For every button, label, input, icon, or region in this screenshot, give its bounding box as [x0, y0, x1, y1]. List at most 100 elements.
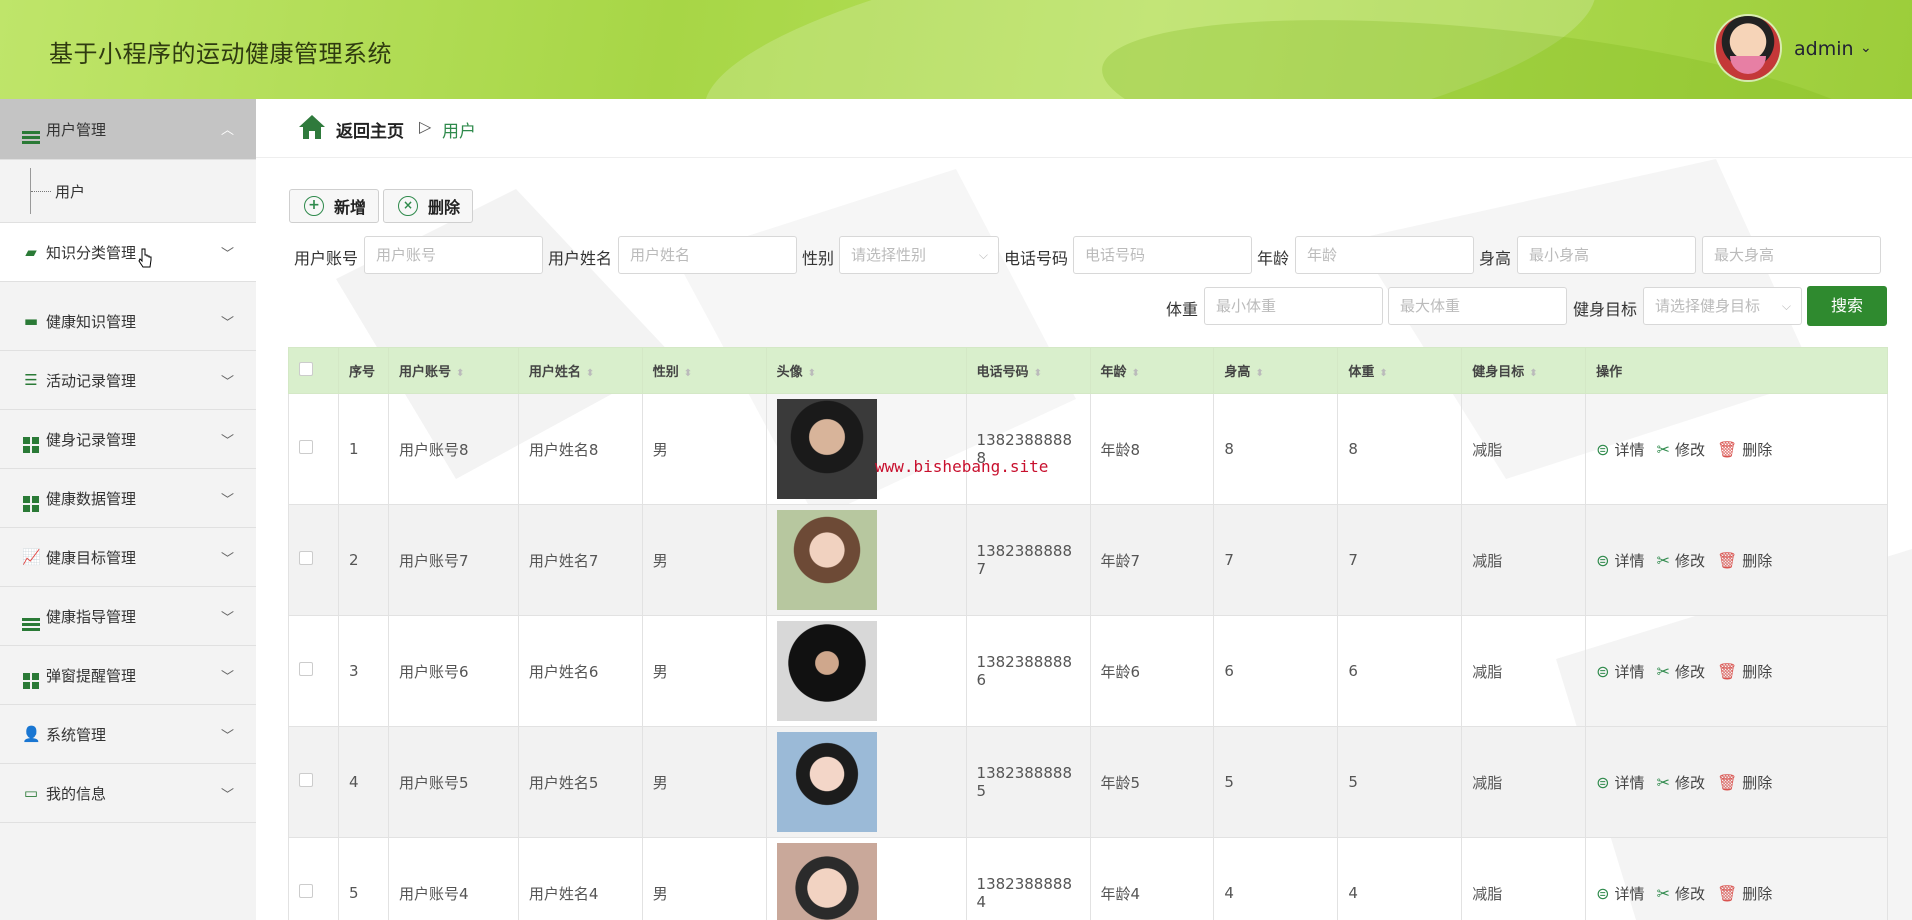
user-avatar-image[interactable]: [776, 843, 877, 920]
row-select-cell[interactable]: [288, 393, 339, 505]
account-input[interactable]: 用户账号: [364, 236, 543, 274]
cell-height: 5: [1213, 726, 1339, 838]
column-header-name[interactable]: 用户姓名 ⬍: [517, 347, 643, 394]
row-checkbox[interactable]: [299, 551, 313, 565]
sort-icon[interactable]: ⬍: [456, 368, 464, 379]
sort-icon[interactable]: ⬍: [1034, 368, 1042, 379]
row-select-cell[interactable]: [288, 726, 339, 838]
row-checkbox[interactable]: [299, 884, 313, 898]
column-header-age[interactable]: 年龄 ⬍: [1089, 347, 1215, 394]
user-menu-name[interactable]: admin: [1794, 38, 1854, 60]
gender-select[interactable]: 请选择性别 ⌵: [839, 236, 999, 274]
sidebar-group-system[interactable]: 👤 系统管理 ﹀: [0, 705, 256, 764]
sidebar-group-activity-record[interactable]: ☰ 活动记录管理 ﹀: [0, 351, 256, 410]
column-header-goal[interactable]: 健身目标 ⬍: [1461, 347, 1587, 394]
row-checkbox[interactable]: [299, 773, 313, 787]
height-max-input[interactable]: 最大身高: [1702, 236, 1881, 274]
sort-icon[interactable]: ⬍: [1255, 368, 1263, 379]
sidebar-group-user-management[interactable]: 用户管理 ︿: [0, 99, 256, 160]
sidebar-group-my-info[interactable]: ▭ 我的信息 ﹀: [0, 764, 256, 823]
detail-button[interactable]: ⊜ 详情: [1596, 439, 1644, 460]
row-delete-button[interactable]: 🗑 删除: [1717, 550, 1772, 571]
sort-icon[interactable]: ⬍: [808, 368, 816, 379]
cell-avatar: [765, 837, 967, 920]
edit-button[interactable]: ✂ 修改: [1657, 439, 1705, 460]
column-header-account[interactable]: 用户账号 ⬍: [387, 347, 519, 394]
sidebar-group-health-goal[interactable]: 📈 健康目标管理 ﹀: [0, 528, 256, 587]
sort-icon[interactable]: ⬍: [1529, 368, 1537, 379]
breadcrumb-home-link[interactable]: 返回主页: [336, 117, 404, 142]
detail-button[interactable]: ⊜ 详情: [1596, 883, 1644, 904]
row-delete-button[interactable]: 🗑 删除: [1717, 883, 1772, 904]
edit-button[interactable]: ✂ 修改: [1657, 772, 1705, 793]
mouse-cursor-icon: [138, 248, 152, 268]
detail-icon: ⊜: [1596, 883, 1610, 903]
goal-select[interactable]: 请选择健身目标 ⌵: [1643, 287, 1802, 325]
column-header-height[interactable]: 身高 ⬍: [1213, 347, 1339, 394]
home-icon[interactable]: [298, 114, 326, 140]
user-avatar-image[interactable]: [776, 399, 877, 499]
age-input[interactable]: 年龄: [1295, 236, 1474, 274]
user-avatar-image[interactable]: [776, 732, 877, 832]
cell-goal: 减脂: [1461, 615, 1587, 727]
sort-icon[interactable]: ⬍: [1132, 368, 1140, 379]
detail-button[interactable]: ⊜ 详情: [1596, 772, 1644, 793]
row-delete-button[interactable]: 🗑 删除: [1717, 772, 1772, 793]
user-avatar-image[interactable]: [776, 510, 877, 610]
add-button[interactable]: + 新增: [289, 189, 379, 223]
add-button-label: 新增: [334, 198, 367, 217]
detail-button[interactable]: ⊜ 详情: [1596, 550, 1644, 571]
sidebar-group-knowledge-category[interactable]: ▰ 知识分类管理 ﹀: [0, 223, 256, 282]
sidebar-group-health-guidance[interactable]: 健康指导管理 ﹀: [0, 587, 256, 646]
cell-account: 用户账号5: [387, 726, 519, 838]
column-header-weight[interactable]: 体重 ⬍: [1337, 347, 1463, 394]
user-avatar[interactable]: [1716, 16, 1780, 80]
sidebar-item-user[interactable]: 用户: [0, 160, 256, 223]
select-all-cell[interactable]: [288, 347, 339, 394]
sidebar-group-popup-reminder[interactable]: 弹窗提醒管理 ﹀: [0, 646, 256, 705]
edit-button[interactable]: ✂ 修改: [1657, 550, 1705, 571]
row-checkbox[interactable]: [299, 662, 313, 676]
detail-icon: ⊜: [1596, 550, 1610, 570]
sidebar-group-health-knowledge[interactable]: ▬ 健康知识管理 ﹀: [0, 292, 256, 351]
row-delete-button[interactable]: 🗑 删除: [1717, 661, 1772, 682]
table-row: 4 用户账号5 用户姓名5 男 1382388888 5 年龄5 5 5 减脂 ⊜ 详情 ✂ 修改 🗑 删除: [288, 726, 1888, 838]
chevron-down-icon[interactable]: ⌄: [1860, 40, 1872, 56]
sort-icon[interactable]: ⬍: [1379, 368, 1387, 379]
row-select-cell[interactable]: [288, 615, 339, 727]
delete-button-label: 删除: [428, 198, 461, 217]
sort-icon[interactable]: ⬍: [586, 368, 594, 379]
row-select-cell[interactable]: [288, 504, 339, 616]
edit-button[interactable]: ✂ 修改: [1657, 883, 1705, 904]
wrench-icon: ✂: [1656, 439, 1670, 459]
detail-button[interactable]: ⊜ 详情: [1596, 661, 1644, 682]
phone-line-1: 1382388888: [976, 653, 1072, 671]
row-select-cell[interactable]: [288, 837, 339, 920]
select-all-checkbox[interactable]: [299, 361, 313, 376]
column-header-phone[interactable]: 电话号码 ⬍: [965, 347, 1091, 394]
delete-button[interactable]: × 删除: [383, 189, 473, 223]
sidebar-gap: [0, 282, 256, 292]
table-header-row: 序号 用户账号 ⬍ 用户姓名 ⬍ 性别 ⬍ 头像 ⬍ 电话号码 ⬍ 年龄 ⬍ 身高 ⬍ 体重 ⬍…: [288, 347, 1888, 394]
weight-max-input[interactable]: 最大体重: [1388, 287, 1567, 325]
user-avatar-image[interactable]: [776, 621, 877, 721]
sidebar-group-fitness-record[interactable]: 健身记录管理 ﹀: [0, 410, 256, 469]
cell-index: 1: [337, 393, 389, 505]
row-delete-button[interactable]: 🗑 删除: [1717, 439, 1772, 460]
cell-age: 年龄4: [1089, 837, 1215, 920]
weight-min-input[interactable]: 最小体重: [1204, 287, 1383, 325]
row-checkbox[interactable]: [299, 440, 313, 454]
sort-icon[interactable]: ⬍: [684, 368, 692, 379]
column-header-gender[interactable]: 性别 ⬍: [641, 347, 767, 394]
sidebar-group-health-data[interactable]: 健康数据管理 ﹀: [0, 469, 256, 528]
phone-input[interactable]: 电话号码: [1073, 236, 1252, 274]
edit-button[interactable]: ✂ 修改: [1657, 661, 1705, 682]
height-min-input[interactable]: 最小身高: [1517, 236, 1696, 274]
chevron-down-icon: ﹀: [220, 788, 234, 803]
sidebar-group-label: 健康知识管理: [46, 312, 137, 331]
search-button[interactable]: 搜索: [1807, 286, 1887, 326]
name-input[interactable]: 用户姓名: [618, 236, 797, 274]
wrench-icon: ✂: [1656, 661, 1670, 681]
cell-account: 用户账号7: [387, 504, 519, 616]
column-header-avatar[interactable]: 头像 ⬍: [765, 347, 967, 394]
